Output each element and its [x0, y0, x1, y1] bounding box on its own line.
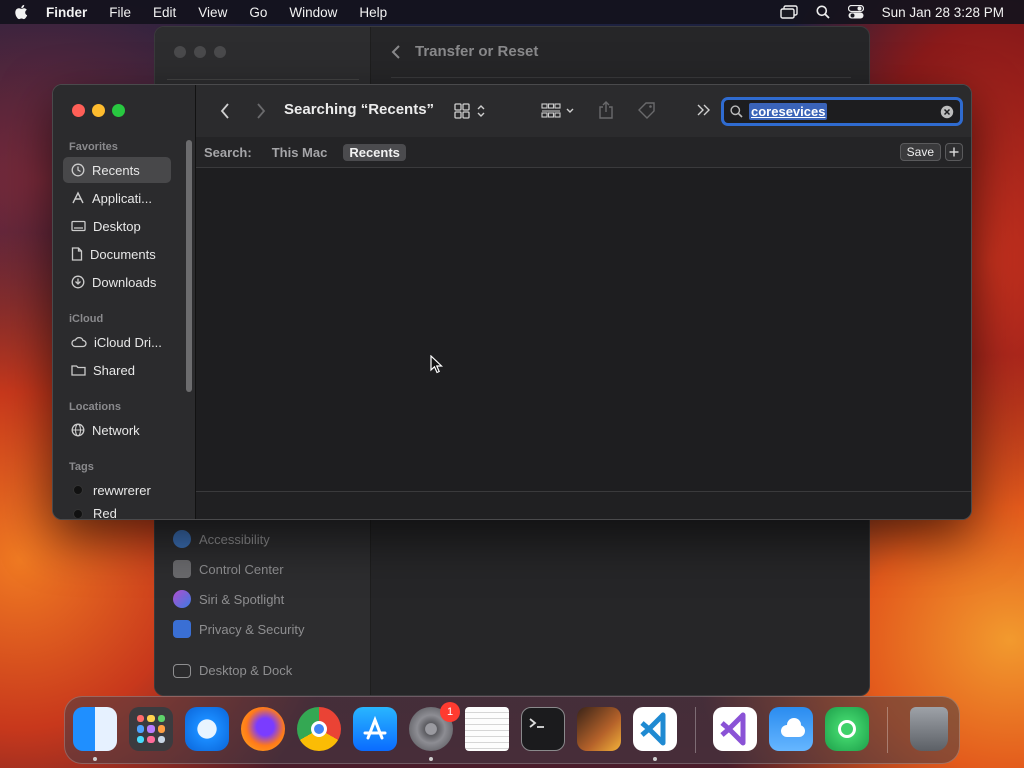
document-icon	[71, 247, 83, 261]
dock	[64, 696, 960, 764]
settings-item-accessibility[interactable]: Accessibility	[173, 530, 270, 548]
settings-item-privacy-security[interactable]: Privacy & Security	[173, 620, 304, 638]
close-button[interactable]	[72, 104, 85, 117]
chrome-icon[interactable]	[297, 707, 341, 751]
search-scope-bar: Search: This Mac Recents Save	[196, 137, 971, 168]
sidebar-item-documents[interactable]: Documents	[63, 241, 171, 267]
back-chevron-icon[interactable]	[391, 44, 401, 59]
window-title: Searching “Recents”	[284, 101, 435, 118]
downloads-icon	[71, 275, 85, 289]
menu-go[interactable]: Go	[249, 5, 267, 20]
control-center-icon[interactable]	[847, 5, 864, 19]
toolbar-overflow-icon[interactable]	[697, 104, 711, 116]
search-results-area[interactable]	[196, 168, 971, 491]
weather-icon[interactable]	[769, 707, 813, 751]
visual-studio-icon[interactable]	[713, 707, 757, 751]
trash-icon[interactable]	[910, 707, 948, 751]
menu-bar: Finder File Edit View Go Window Help Sun…	[0, 0, 1024, 24]
spotlight-search-icon[interactable]	[816, 5, 830, 19]
settings-zoom-button[interactable]	[214, 46, 226, 58]
finder-sidebar: Favorites Recents Applicati... Desktop D…	[53, 85, 196, 519]
mouse-pointer-icon	[430, 355, 443, 374]
search-scope-label: Search:	[204, 144, 252, 160]
privacy-hand-icon	[173, 620, 191, 638]
siri-icon	[173, 590, 191, 608]
share-icon[interactable]	[598, 100, 614, 120]
sidebar-item-network[interactable]: Network	[63, 417, 171, 443]
settings-item-desktop-dock[interactable]: Desktop & Dock	[173, 663, 292, 678]
scope-recents[interactable]: Recents	[343, 143, 406, 161]
menu-bar-clock[interactable]: Sun Jan 28 3:28 PM	[882, 5, 1004, 20]
minimize-button[interactable]	[92, 104, 105, 117]
control-center-settings-icon	[173, 560, 191, 578]
tag-icon[interactable]	[637, 101, 657, 119]
search-icon	[730, 105, 743, 118]
scope-this-mac[interactable]: This Mac	[266, 144, 334, 161]
terminal-icon[interactable]	[521, 707, 565, 751]
group-by-icon[interactable]	[541, 102, 577, 120]
sidebar-section-tags: Tags	[69, 461, 94, 473]
settings-item-siri-spotlight[interactable]: Siri & Spotlight	[173, 590, 284, 608]
find-my-icon[interactable]	[825, 707, 869, 751]
search-input-text[interactable]: coresevices	[749, 103, 828, 120]
sidebar-item-icloud-drive[interactable]: iCloud Dri...	[63, 329, 171, 355]
search-field[interactable]: coresevices	[721, 97, 963, 126]
garageband-icon[interactable]	[577, 707, 621, 751]
firefox-icon[interactable]	[241, 707, 285, 751]
shared-folder-icon	[71, 365, 86, 376]
tag-color-dot	[73, 485, 83, 495]
tag-color-dot	[73, 509, 83, 518]
settings-close-button[interactable]	[174, 46, 186, 58]
menu-edit[interactable]: Edit	[153, 5, 176, 20]
menu-view[interactable]: View	[198, 5, 227, 20]
clock-icon	[71, 163, 85, 177]
launchpad-icon[interactable]	[129, 707, 173, 751]
add-criteria-button[interactable]	[945, 143, 963, 161]
menu-window[interactable]: Window	[289, 5, 337, 20]
screen-mirroring-icon[interactable]	[779, 5, 798, 19]
sidebar-item-downloads[interactable]: Downloads	[63, 269, 171, 295]
settings-item-control-center[interactable]: Control Center	[173, 560, 284, 578]
menu-app-name[interactable]: Finder	[46, 5, 87, 20]
safari-icon[interactable]	[185, 707, 229, 751]
accessibility-icon	[173, 530, 191, 548]
sidebar-item-applications[interactable]: Applicati...	[63, 185, 171, 211]
menu-help[interactable]: Help	[359, 5, 387, 20]
plus-icon	[949, 147, 959, 157]
finder-toolbar: Searching “Recents” coresevices	[196, 85, 971, 137]
vscode-icon[interactable]	[633, 707, 677, 751]
desktop-dock-icon	[173, 663, 191, 678]
apple-icon[interactable]	[14, 4, 28, 20]
forward-icon[interactable]	[256, 103, 266, 119]
zoom-button[interactable]	[112, 104, 125, 117]
clear-search-icon[interactable]	[940, 105, 954, 119]
applications-icon	[72, 191, 84, 204]
desktop-icon	[71, 220, 86, 231]
sidebar-scrollbar[interactable]	[186, 140, 192, 392]
notification-badge: 1	[440, 702, 460, 722]
finder-icon[interactable]	[73, 707, 117, 751]
path-status-bar	[196, 491, 971, 519]
sidebar-item-desktop[interactable]: Desktop	[63, 213, 171, 239]
textedit-icon[interactable]	[465, 707, 509, 751]
settings-page-title: Transfer or Reset	[415, 43, 539, 60]
sidebar-section-locations: Locations	[69, 401, 121, 413]
save-search-button[interactable]: Save	[899, 143, 941, 161]
settings-header: Transfer or Reset	[391, 43, 538, 60]
menu-file[interactable]: File	[109, 5, 131, 20]
sidebar-section-icloud: iCloud	[69, 313, 104, 325]
settings-minimize-button[interactable]	[194, 46, 206, 58]
app-store-icon[interactable]	[353, 707, 397, 751]
back-icon[interactable]	[220, 103, 230, 119]
icon-view-grid-icon[interactable]	[454, 102, 490, 120]
sidebar-item-tag-rewwrerer[interactable]: rewwrerer	[63, 477, 171, 503]
network-globe-icon	[71, 423, 85, 437]
sidebar-item-recents[interactable]: Recents	[63, 157, 171, 183]
sidebar-item-tag-red[interactable]: Red	[63, 504, 171, 518]
sidebar-section-favorites: Favorites	[69, 141, 118, 153]
cloud-icon	[71, 336, 87, 348]
sidebar-item-shared[interactable]: Shared	[63, 357, 171, 383]
finder-window: Favorites Recents Applicati... Desktop D…	[52, 84, 972, 520]
